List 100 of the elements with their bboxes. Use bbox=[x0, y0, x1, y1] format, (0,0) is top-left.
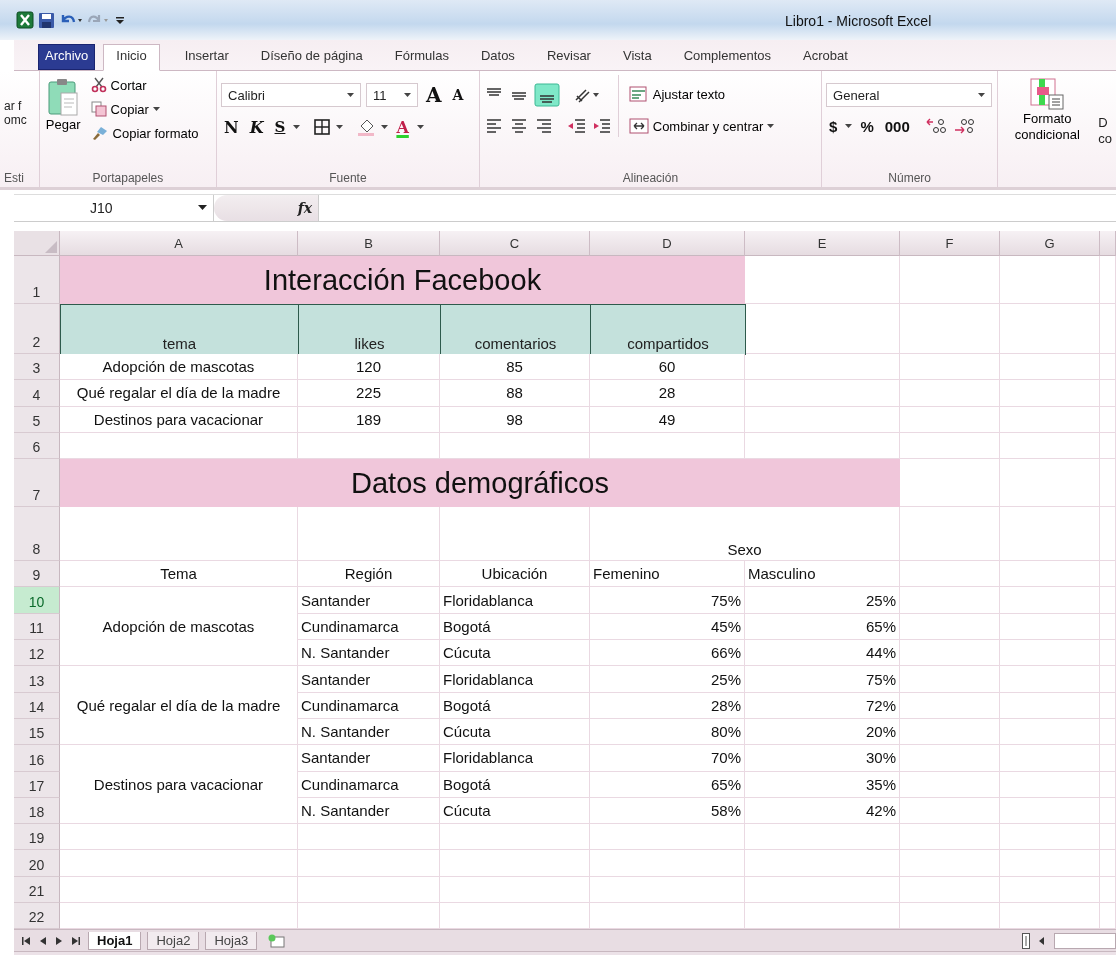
empty-cell[interactable] bbox=[1100, 745, 1116, 772]
empty-cell[interactable] bbox=[1000, 613, 1100, 641]
row-header[interactable]: 5 bbox=[14, 406, 60, 433]
empty-cell[interactable] bbox=[590, 876, 745, 904]
paste-button[interactable]: Pegar bbox=[43, 75, 83, 135]
empty-cell[interactable] bbox=[1000, 876, 1100, 904]
empty-cell[interactable] bbox=[1000, 850, 1100, 877]
row-header[interactable]: 7 bbox=[14, 459, 60, 508]
ribbon-tab[interactable]: Fórmulas bbox=[387, 44, 456, 70]
empty-cell[interactable] bbox=[590, 850, 745, 877]
empty-cell[interactable] bbox=[1100, 613, 1116, 641]
ribbon-tab[interactable]: Insertar bbox=[177, 44, 236, 70]
empty-cell[interactable] bbox=[1100, 459, 1116, 508]
merge-center-button[interactable]: Combinar y centrar bbox=[626, 115, 777, 137]
empty-cell[interactable] bbox=[1000, 824, 1100, 851]
row-header[interactable]: 17 bbox=[14, 771, 60, 798]
empty-cell[interactable] bbox=[1100, 824, 1116, 851]
row-header[interactable]: 2 bbox=[14, 304, 60, 354]
copy-button[interactable]: Copiar bbox=[88, 99, 201, 119]
row-header[interactable]: 18 bbox=[14, 797, 60, 825]
sheet-tab[interactable]: Hoja3 bbox=[205, 931, 258, 950]
ribbon-tab[interactable]: Vista bbox=[615, 44, 659, 70]
next-sheet-icon[interactable] bbox=[54, 935, 64, 946]
insert-function-button[interactable]: fx bbox=[297, 200, 312, 216]
insert-sheet-icon[interactable] bbox=[267, 933, 288, 948]
empty-cell[interactable] bbox=[1100, 507, 1116, 562]
row-header[interactable]: 16 bbox=[14, 745, 60, 772]
scrollbar-thumb[interactable] bbox=[1054, 932, 1116, 949]
row-header[interactable]: 20 bbox=[14, 850, 60, 877]
column-header[interactable] bbox=[1100, 231, 1116, 256]
thousands-button[interactable]: 000 bbox=[881, 117, 913, 135]
empty-cell[interactable] bbox=[900, 256, 1000, 304]
save-icon[interactable] bbox=[38, 11, 55, 29]
row-header[interactable]: 12 bbox=[14, 640, 60, 667]
empty-cell[interactable] bbox=[900, 432, 1000, 460]
empty-cell[interactable] bbox=[1000, 745, 1100, 772]
empty-cell[interactable] bbox=[1000, 771, 1100, 798]
row-header[interactable]: 11 bbox=[14, 613, 60, 641]
row-header[interactable]: 15 bbox=[14, 718, 60, 746]
empty-cell[interactable] bbox=[1000, 797, 1100, 825]
grow-font-button[interactable]: A bbox=[423, 83, 445, 107]
row-header[interactable]: 4 bbox=[14, 380, 60, 407]
wrap-text-button[interactable]: Ajustar texto bbox=[626, 83, 777, 105]
empty-cell[interactable] bbox=[1100, 797, 1116, 825]
empty-cell[interactable] bbox=[1100, 850, 1116, 877]
row-header[interactable]: 8 bbox=[14, 507, 60, 562]
empty-cell[interactable] bbox=[1000, 354, 1100, 381]
empty-cell[interactable] bbox=[298, 876, 440, 904]
ribbon-tab[interactable]: Inicio bbox=[103, 44, 160, 71]
borders-icon[interactable] bbox=[313, 118, 332, 136]
empty-cell[interactable] bbox=[1100, 354, 1116, 381]
empty-cell[interactable] bbox=[1000, 692, 1100, 719]
empty-cell[interactable] bbox=[1000, 256, 1100, 304]
ribbon-tab[interactable]: Díseño de página bbox=[253, 44, 370, 70]
empty-cell[interactable] bbox=[900, 380, 1000, 407]
empty-cell[interactable] bbox=[440, 850, 590, 877]
row-header[interactable]: 6 bbox=[14, 432, 60, 460]
row-header[interactable]: 19 bbox=[14, 824, 60, 851]
align-bottom-icon[interactable] bbox=[533, 83, 560, 107]
decrease-indent-icon[interactable] bbox=[566, 117, 587, 135]
row-header[interactable]: 9 bbox=[14, 561, 60, 588]
column-header[interactable]: C bbox=[440, 231, 590, 256]
cut-button[interactable]: Cortar bbox=[88, 75, 201, 95]
empty-cell[interactable] bbox=[1100, 380, 1116, 407]
empty-cell[interactable] bbox=[1100, 640, 1116, 667]
name-box[interactable]: J10 bbox=[14, 195, 214, 221]
row-header[interactable]: 3 bbox=[14, 354, 60, 381]
font-color-button[interactable]: A bbox=[393, 117, 412, 137]
empty-cell[interactable] bbox=[900, 406, 1000, 433]
empty-cell[interactable] bbox=[1100, 432, 1116, 460]
bold-button[interactable]: N bbox=[221, 117, 242, 137]
empty-cell[interactable] bbox=[900, 304, 1000, 354]
empty-cell[interactable] bbox=[1100, 587, 1116, 614]
fill-bucket-icon[interactable] bbox=[356, 117, 377, 137]
empty-cell[interactable] bbox=[745, 850, 900, 877]
empty-cell[interactable] bbox=[1000, 561, 1100, 588]
empty-cell[interactable] bbox=[1100, 561, 1116, 588]
empty-cell[interactable] bbox=[900, 824, 1000, 851]
currency-button[interactable]: $ bbox=[826, 117, 841, 135]
sheet-tab[interactable]: Hoja2 bbox=[147, 931, 200, 950]
sheet-tab[interactable]: Hoja1 bbox=[88, 931, 142, 950]
shrink-font-button[interactable]: A bbox=[449, 87, 467, 103]
empty-cell[interactable] bbox=[745, 876, 900, 904]
conditional-format-button[interactable]: Formato condicional bbox=[1002, 75, 1093, 145]
empty-cell[interactable] bbox=[900, 354, 1000, 381]
empty-cell[interactable] bbox=[1100, 876, 1116, 904]
column-header[interactable]: B bbox=[298, 231, 440, 256]
previous-sheet-icon[interactable] bbox=[38, 935, 48, 946]
number-format-field[interactable]: General bbox=[826, 83, 993, 107]
column-header[interactable]: G bbox=[1000, 231, 1100, 256]
row-header[interactable]: 21 bbox=[14, 876, 60, 904]
empty-cell[interactable] bbox=[1100, 692, 1116, 719]
format-painter-button[interactable]: Copiar formato bbox=[88, 123, 201, 143]
increase-decimal-icon[interactable] bbox=[925, 117, 948, 135]
increase-indent-icon[interactable] bbox=[591, 117, 612, 135]
ribbon-tab[interactable]: Revisar bbox=[539, 44, 598, 70]
empty-cell[interactable] bbox=[1000, 380, 1100, 407]
column-header[interactable]: D bbox=[590, 231, 745, 256]
row-header[interactable]: 14 bbox=[14, 692, 60, 719]
select-all-corner[interactable] bbox=[14, 231, 60, 256]
